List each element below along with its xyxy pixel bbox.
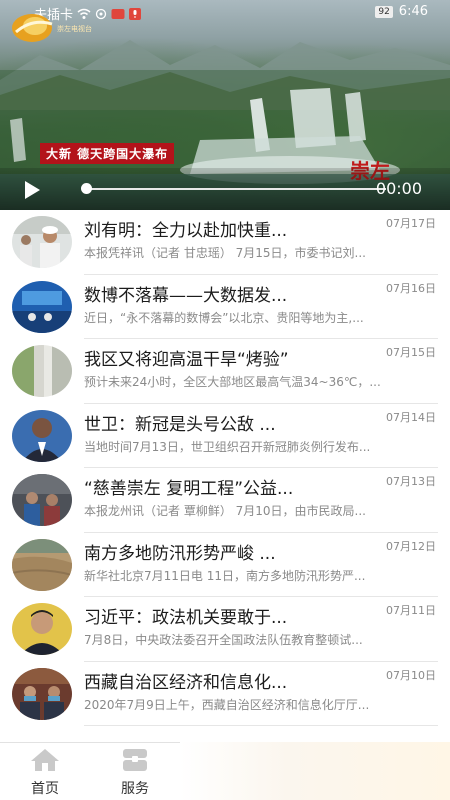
nav-background-fade — [180, 742, 450, 800]
news-summary: 新华社北京7月11日电 11日，南方多地防汛形势严... — [84, 568, 366, 583]
station-logo-text: 崇左电视台 — [57, 25, 92, 33]
notification-icon — [111, 8, 125, 19]
video-player[interactable]: 未插卡 92 6:46 崇左电视台 大新 德天跨国大瀑布 00:00 — [0, 0, 450, 210]
divider — [84, 725, 438, 726]
news-date: 07月17日 — [386, 217, 436, 230]
list-item[interactable]: 西藏自治区经济和信息化... 07月10日 2020年7月9日上午，西藏自治区经… — [0, 662, 450, 726]
home-icon — [31, 749, 59, 771]
nav-home[interactable]: 首页 — [15, 748, 75, 798]
news-summary: 预计未来24小时，全区大部地区最高气温34~36℃，... — [84, 375, 381, 389]
news-thumbnail — [12, 345, 72, 397]
battery-indicator: 92 — [375, 5, 393, 18]
progress-track[interactable] — [86, 188, 386, 190]
wifi-icon — [77, 8, 91, 19]
news-thumbnail — [12, 667, 72, 720]
news-date: 07月13日 — [386, 475, 436, 488]
list-item[interactable]: “慈善崇左 复明工程”公益... 07月13日 本报龙州讯（记者 覃柳鲜） 7月… — [0, 468, 450, 533]
play-icon[interactable] — [22, 180, 42, 200]
list-item[interactable]: 世卫：新冠是头号公敌 ... 07月14日 当地时间7月13日，世卫组织召开新冠… — [0, 404, 450, 468]
news-summary: 本报凭祥讯（记者 甘忠瑶） 7月15日，市委书记刘... — [84, 246, 366, 260]
service-icon — [123, 749, 147, 771]
list-item[interactable]: 刘有明：全力以赴加快重... 07月17日 本报凭祥讯（记者 甘忠瑶） 7月15… — [0, 210, 450, 275]
news-title: 西藏自治区经济和信息化... — [84, 672, 288, 693]
video-controls: 00:00 — [0, 168, 450, 210]
news-date: 07月10日 — [386, 668, 436, 682]
news-thumbnail — [12, 409, 72, 462]
news-title: 习近平：政法机关要敢于... — [84, 608, 288, 628]
video-caption: 大新 德天跨国大瀑布 — [40, 143, 175, 164]
news-thumbnail — [12, 538, 72, 591]
news-title: 世卫：新冠是头号公敌 ... — [84, 414, 276, 435]
list-item[interactable]: 数博不落幕——大数据发... 07月16日 近日，“永不落幕的数博会”以北京、贵… — [0, 275, 450, 339]
news-date: 07月14日 — [386, 410, 436, 424]
divider — [0, 742, 180, 743]
nav-home-label: 首页 — [31, 781, 59, 797]
news-summary: 当地时间7月13日，世卫组织召开新冠肺炎例行发布... — [84, 439, 371, 454]
news-thumbnail — [12, 603, 72, 655]
status-bar: 未插卡 92 6:46 — [0, 0, 450, 24]
news-list: 刘有明：全力以赴加快重... 07月17日 本报凭祥讯（记者 甘忠瑶） 7月15… — [0, 210, 450, 726]
news-date: 07月15日 — [386, 346, 436, 359]
list-item[interactable]: 南方多地防汛形势严峻 ... 07月12日 新华社北京7月11日电 11日，南方… — [0, 533, 450, 597]
nav-service[interactable]: 服务 — [105, 748, 165, 798]
sync-icon — [95, 8, 107, 19]
news-thumbnail — [12, 280, 72, 333]
list-item[interactable]: 习近平：政法机关要敢于... 07月11日 7月8日，中央政法委召开全国政法队伍… — [0, 597, 450, 662]
mic-icon — [129, 7, 142, 20]
news-title: “慈善崇左 复明工程”公益... — [84, 479, 294, 499]
news-title: 南方多地防汛形势严峻 ... — [84, 543, 276, 564]
video-time: 00:00 — [375, 179, 422, 198]
news-summary: 7月8日，中央政法委召开全国政法队伍教育整顿试... — [84, 633, 363, 647]
news-summary: 2020年7月9日上午，西藏自治区经济和信息化厅厅... — [84, 697, 370, 712]
news-title: 我区又将迎高温干旱“烤验” — [84, 350, 289, 370]
progress-knob[interactable] — [80, 183, 92, 194]
station-logo-icon — [12, 14, 53, 42]
news-date: 07月11日 — [386, 604, 436, 617]
list-item[interactable]: 我区又将迎高温干旱“烤验” 07月15日 预计未来24小时，全区大部地区最高气温… — [0, 339, 450, 404]
news-date: 07月16日 — [386, 281, 436, 295]
news-date: 07月12日 — [386, 539, 436, 553]
nav-service-label: 服务 — [121, 781, 149, 797]
news-summary: 本报龙州讯（记者 覃柳鲜） 7月10日，由市民政局... — [84, 504, 366, 518]
news-summary: 近日，“永不落幕的数博会”以北京、贵阳等地为主,... — [84, 310, 364, 325]
news-thumbnail — [12, 216, 72, 268]
news-thumbnail — [12, 474, 72, 526]
clock-text: 6:46 — [398, 4, 428, 19]
news-title: 刘有明：全力以赴加快重... — [84, 221, 288, 241]
news-title: 数博不落幕——大数据发... — [84, 285, 288, 306]
